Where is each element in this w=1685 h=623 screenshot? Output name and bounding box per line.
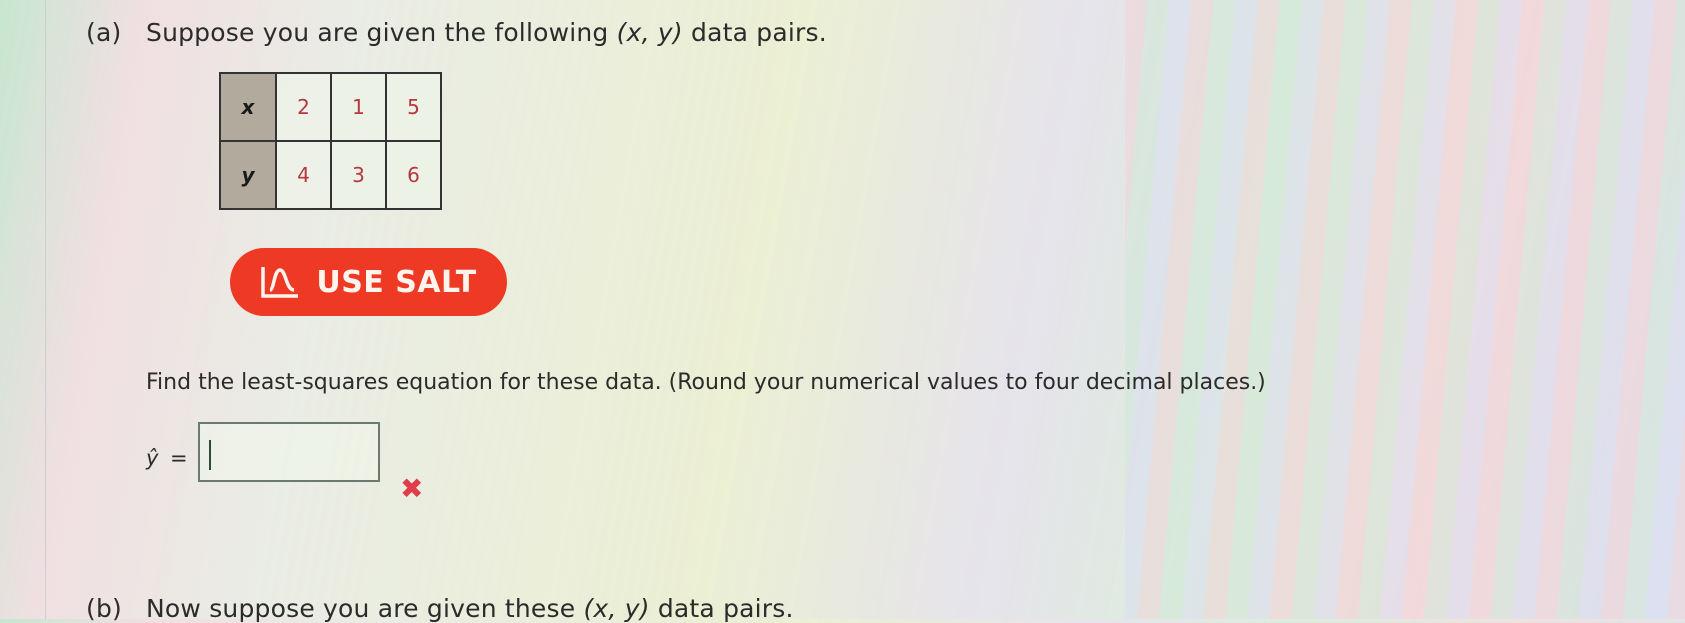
x-value: 2	[275, 72, 332, 142]
least-squares-answer-input[interactable]	[198, 422, 380, 482]
y-value: 4	[275, 140, 332, 210]
y-hat-label: ŷ	[146, 446, 159, 470]
x-header: x	[219, 72, 277, 142]
salt-distribution-icon	[261, 267, 299, 298]
y-value: 3	[330, 140, 387, 210]
y-header: y	[219, 140, 277, 210]
part-a-label: (a)	[86, 18, 122, 47]
use-salt-label: USE SALT	[316, 264, 477, 300]
table-row-y: y 4 3 6	[219, 140, 442, 210]
use-salt-button[interactable]: USE SALT	[230, 248, 507, 316]
prompt-vars: (x, y)	[616, 18, 683, 47]
x-value: 1	[330, 72, 387, 142]
prompt-text: Suppose you are given the following	[146, 18, 617, 47]
equals-sign: =	[170, 446, 188, 470]
x-value: 5	[385, 72, 442, 142]
text-cursor	[209, 440, 211, 470]
data-pairs-table: x 2 1 5 y 4 3 6	[219, 72, 442, 210]
instruction-text: Find the least-squares equation for thes…	[146, 370, 1266, 395]
screen-moire-overlay	[1125, 0, 1685, 619]
part-a-prompt: (a) Suppose you are given the following (…	[86, 18, 827, 47]
table-row-x: x 2 1 5	[219, 72, 442, 142]
y-value: 6	[385, 140, 442, 210]
incorrect-x-icon: ✖	[400, 472, 424, 505]
left-divider	[45, 0, 46, 619]
prompt-text-end: data pairs.	[682, 18, 827, 47]
